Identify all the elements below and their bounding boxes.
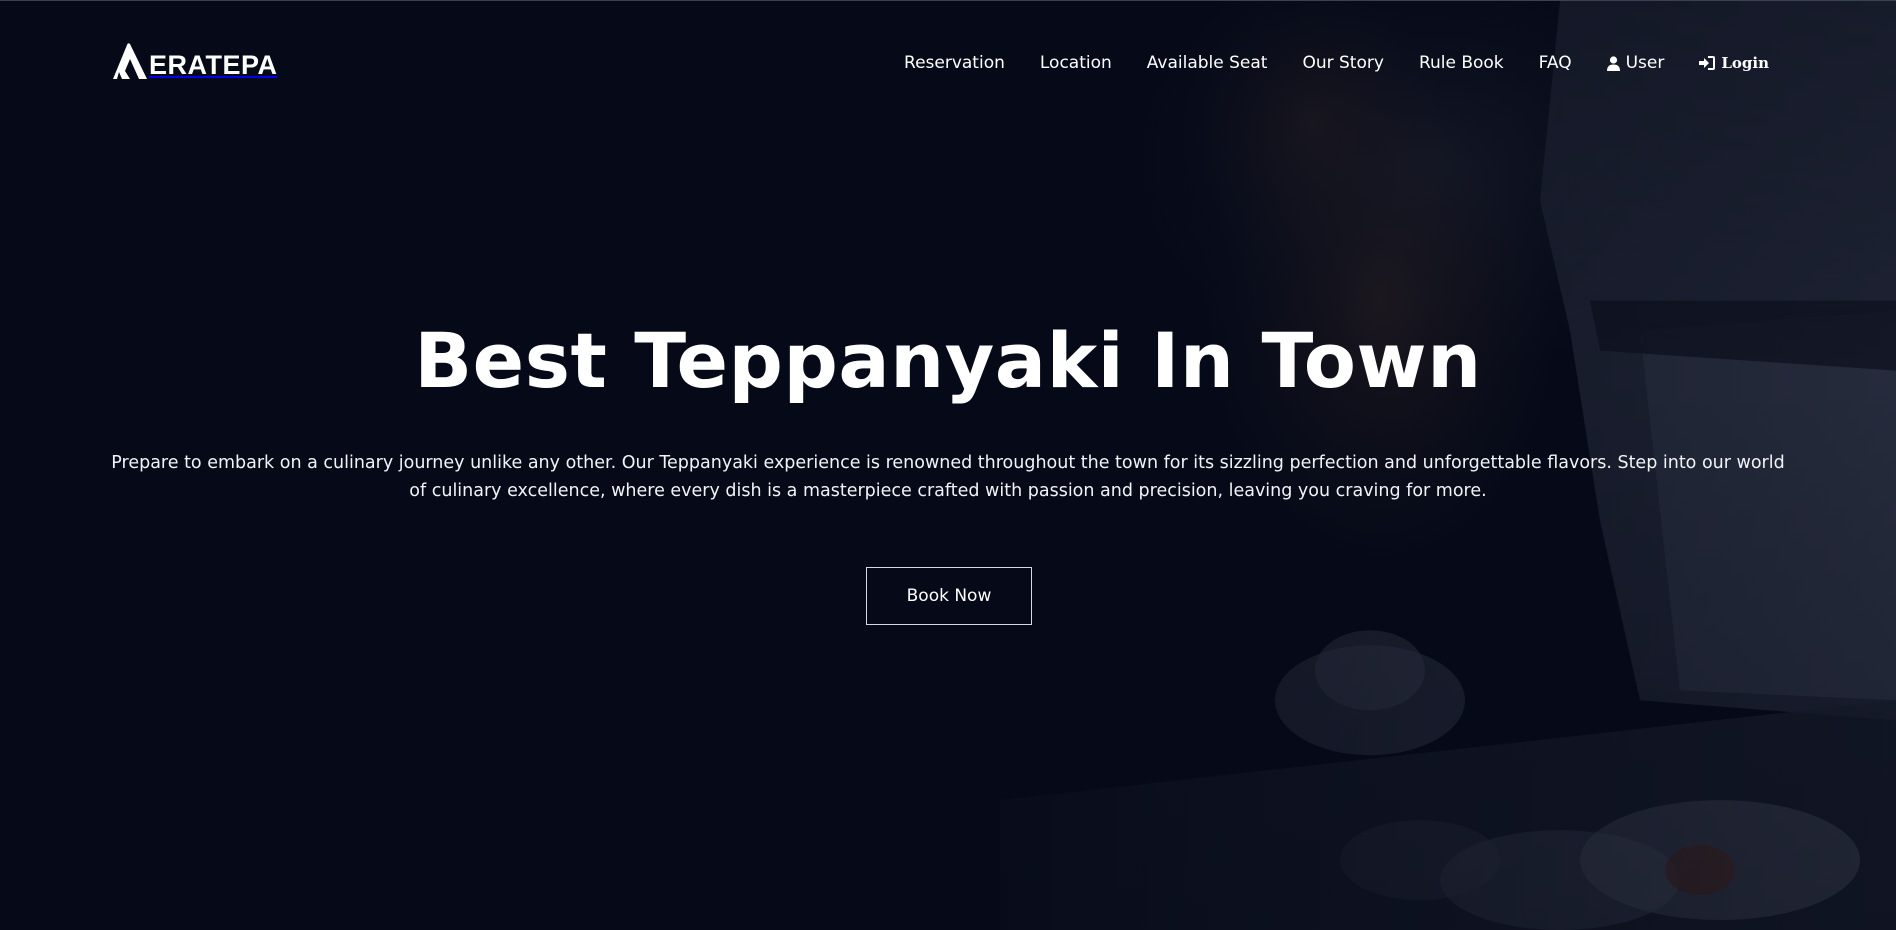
nav-rule-book[interactable]: Rule Book xyxy=(1419,53,1504,73)
nav-faq[interactable]: FAQ xyxy=(1539,53,1572,73)
hero-description: Prepare to embark on a culinary journey … xyxy=(111,453,1785,501)
nav-login[interactable]: Login xyxy=(1699,54,1769,72)
brand-logo[interactable]: ERATEPA xyxy=(113,39,278,81)
nav-reservation[interactable]: Reservation xyxy=(904,53,1005,73)
m-peak-logo-icon xyxy=(113,43,147,79)
book-now-button[interactable]: Book Now xyxy=(866,567,1032,625)
nav-user-label: User xyxy=(1625,53,1665,73)
nav-location[interactable]: Location xyxy=(1040,53,1112,73)
user-icon xyxy=(1606,55,1620,71)
nav-links: Reservation Location Available Seat Our … xyxy=(904,53,1769,73)
top-navbar: ERATEPA Reservation Location Available S… xyxy=(0,1,1896,131)
hero-section: ERATEPA Reservation Location Available S… xyxy=(0,0,1896,930)
nav-available-seat[interactable]: Available Seat xyxy=(1147,53,1268,73)
nav-user[interactable]: User xyxy=(1606,53,1665,73)
sign-in-icon xyxy=(1699,56,1716,70)
nav-our-story[interactable]: Our Story xyxy=(1302,53,1383,73)
brand-name: ERATEPA xyxy=(149,50,278,80)
hero-title: Best Teppanyaki In Town xyxy=(414,316,1482,405)
nav-login-label: Login xyxy=(1721,54,1769,72)
